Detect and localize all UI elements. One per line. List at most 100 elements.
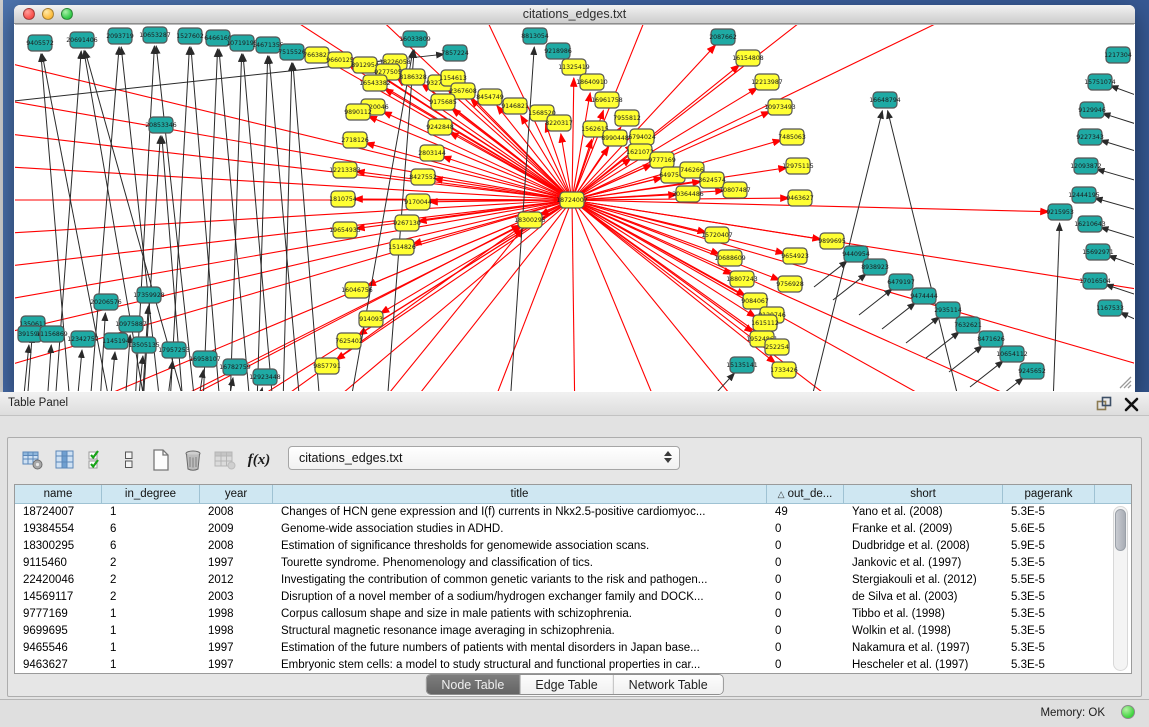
- graph-node[interactable]: 9146821: [501, 98, 529, 114]
- graph-node[interactable]: 2087662: [709, 29, 737, 45]
- column-header-name[interactable]: name: [15, 485, 102, 503]
- graph-node[interactable]: 11156869: [36, 326, 68, 342]
- graph-node[interactable]: 7515526: [278, 44, 306, 60]
- graph-node[interactable]: 2093719: [106, 28, 134, 44]
- graph-node[interactable]: 8813054: [521, 28, 549, 44]
- table-row[interactable]: 1938455462009Genome-wide association stu…: [15, 521, 1131, 538]
- graph-node[interactable]: 9756928: [776, 276, 804, 292]
- graph-node[interactable]: 11325419: [558, 59, 590, 75]
- graph-node[interactable]: 9899695: [818, 233, 846, 249]
- graph-node[interactable]: 8990448: [601, 130, 629, 146]
- graph-node[interactable]: 13505135: [128, 337, 160, 353]
- graph-node[interactable]: 9215953: [1046, 204, 1074, 220]
- graph-node[interactable]: 12923448: [249, 369, 281, 385]
- network-window-titlebar[interactable]: citations_edges.txt: [14, 5, 1135, 24]
- network-canvas[interactable]: 9405572206914062093719106532871527602646…: [15, 24, 1134, 391]
- column-header-title[interactable]: title: [273, 485, 767, 503]
- graph-node[interactable]: 9777169: [648, 152, 676, 168]
- graph-node[interactable]: 15751074: [1084, 74, 1116, 90]
- graph-node[interactable]: 9129946: [1078, 102, 1106, 118]
- graph-node[interactable]: 9242848: [426, 119, 454, 135]
- graph-node[interactable]: 10653287: [139, 27, 171, 43]
- graph-node[interactable]: 1167533: [1096, 300, 1124, 316]
- graph-node[interactable]: 12444195: [1068, 187, 1100, 203]
- graph-node[interactable]: 12342757: [67, 331, 99, 347]
- column-header-in_degree[interactable]: in_degree: [102, 485, 200, 503]
- graph-node[interactable]: 8427552: [409, 169, 437, 185]
- graph-node[interactable]: 17957253: [158, 342, 190, 358]
- graph-node[interactable]: 9890112: [344, 104, 372, 120]
- table-scrollbar[interactable]: [1113, 506, 1128, 671]
- graph-node[interactable]: 12213383: [329, 162, 361, 178]
- graph-node[interactable]: 1810754: [329, 191, 357, 207]
- tab-node-table[interactable]: Node Table: [426, 675, 520, 694]
- graph-node[interactable]: 9267130: [393, 215, 421, 231]
- graph-node[interactable]: 7955812: [613, 110, 641, 126]
- network-window[interactable]: citations_edges.txt 9405572 20691406 20937…: [14, 5, 1135, 392]
- graph-node[interactable]: 9857791: [313, 358, 341, 374]
- table-row[interactable]: 1456911722003Disruption of a novel membe…: [15, 589, 1131, 606]
- graph-node[interactable]: 9218986: [544, 43, 572, 59]
- graph-node[interactable]: 17016504: [1079, 273, 1111, 289]
- graph-node[interactable]: 8454749: [476, 89, 504, 105]
- graph-node[interactable]: 12093872: [1070, 158, 1102, 174]
- graph-node[interactable]: 16033809: [399, 31, 431, 47]
- create-column-button[interactable]: [148, 446, 174, 474]
- graph-node[interactable]: 8186328: [399, 69, 427, 85]
- column-header-short[interactable]: short: [844, 485, 1003, 503]
- graph-node[interactable]: 7625402: [335, 333, 363, 349]
- graph-node[interactable]: 6794024: [628, 129, 656, 145]
- graph-node[interactable]: 20853346: [145, 117, 177, 133]
- function-builder-button[interactable]: f(x): [246, 446, 272, 474]
- column-header-year[interactable]: year: [200, 485, 273, 503]
- table-row[interactable]: 969969511998Structural magnetic resonanc…: [15, 623, 1131, 640]
- graph-node[interactable]: 1145194: [102, 333, 130, 349]
- graph-node[interactable]: 15720407: [701, 227, 733, 243]
- table-panel-header[interactable]: Table Panel: [0, 392, 1149, 416]
- graph-node[interactable]: 17359928: [133, 287, 165, 303]
- tab-network-table[interactable]: Network Table: [614, 675, 723, 694]
- graph-node[interactable]: 16782759: [219, 359, 251, 375]
- graph-node[interactable]: 9463627: [786, 190, 814, 206]
- network-graph[interactable]: 9405572206914062093719106532871527602646…: [15, 25, 1134, 391]
- graph-node[interactable]: 7857224: [441, 45, 469, 61]
- graph-node[interactable]: 1527602: [176, 28, 204, 44]
- graph-node[interactable]: 12213987: [751, 74, 783, 90]
- table-row[interactable]: 2242004622012Investigating the contribut…: [15, 572, 1131, 589]
- graph-node[interactable]: 7485063: [778, 129, 806, 145]
- graph-node[interactable]: 8220317: [545, 115, 573, 131]
- graph-node[interactable]: 15692971: [1082, 244, 1114, 260]
- delete-column-button[interactable]: [180, 446, 206, 474]
- graph-node[interactable]: 16154808: [732, 50, 764, 66]
- table-row[interactable]: 1830029562008Estimation of significance …: [15, 538, 1131, 555]
- graph-node[interactable]: 914093: [359, 311, 383, 327]
- graph-node[interactable]: 16961758: [591, 92, 623, 108]
- graph-node[interactable]: 16648794: [869, 92, 901, 108]
- graph-node[interactable]: 6479197: [887, 274, 915, 290]
- graph-node[interactable]: 10654112: [996, 346, 1028, 362]
- graph-node[interactable]: 9405572: [26, 35, 54, 51]
- graph-node[interactable]: 2803144: [418, 145, 446, 161]
- graph-node[interactable]: 15135141: [726, 357, 758, 373]
- graph-node[interactable]: 9245652: [1018, 363, 1046, 379]
- select-columns-button[interactable]: [84, 446, 110, 474]
- node-table[interactable]: namein_degreeyeartitle△out_de...shortpag…: [14, 484, 1132, 674]
- table-scrollbar-thumb[interactable]: [1115, 509, 1126, 551]
- close-panel-icon[interactable]: [1124, 397, 1139, 412]
- tab-edge-table[interactable]: Edge Table: [520, 675, 613, 694]
- graph-node[interactable]: 20206576: [90, 294, 122, 310]
- graph-node[interactable]: 10807487: [719, 182, 751, 198]
- float-panel-icon[interactable]: [1096, 396, 1112, 412]
- graph-node[interactable]: 7632621: [954, 317, 982, 333]
- graph-node[interactable]: 16210643: [1074, 216, 1106, 232]
- graph-node[interactable]: 9227343: [1076, 129, 1104, 145]
- import-table-button[interactable]: [212, 446, 238, 474]
- graph-node[interactable]: 18807243: [726, 271, 758, 287]
- graph-node[interactable]: 16046756: [341, 282, 373, 298]
- graph-node[interactable]: 16958107: [189, 351, 221, 367]
- graph-node[interactable]: 9654923: [781, 248, 809, 264]
- table-row[interactable]: 946362711997Embryonic stem cells: a mode…: [15, 657, 1131, 674]
- table-row[interactable]: 946554611997Estimation of the future num…: [15, 640, 1131, 657]
- graph-node[interactable]: 9175685: [429, 94, 457, 110]
- graph-node[interactable]: 20691406: [66, 32, 98, 48]
